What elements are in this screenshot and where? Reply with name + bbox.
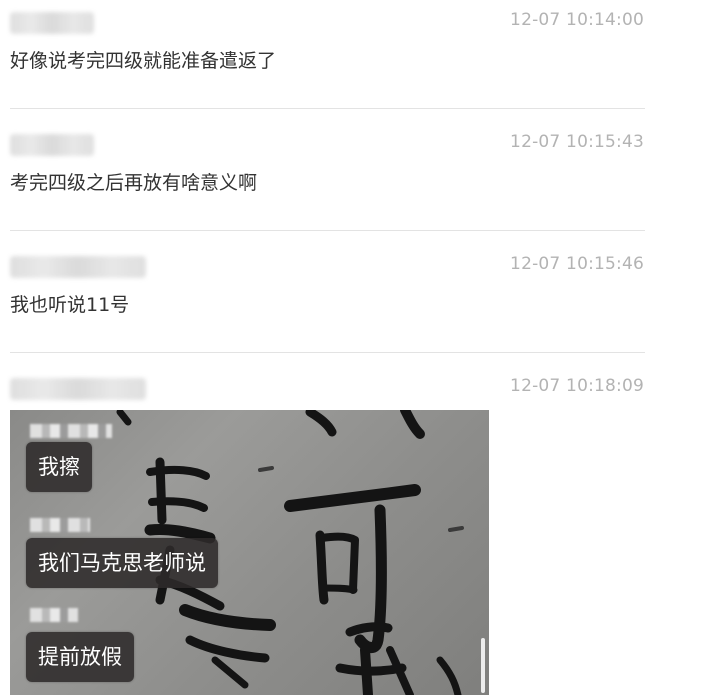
- divider: [10, 108, 645, 109]
- divider: [10, 352, 645, 353]
- sender-name-blurred: [10, 378, 146, 400]
- divider: [10, 230, 645, 231]
- comment-item: 12-07 10:14:00 好像说考完四级就能准备遣返了: [0, 0, 704, 110]
- comment-image[interactable]: 我擦 我们马克思老师说 提前放假: [10, 410, 489, 695]
- sender-name-blurred: [10, 256, 146, 278]
- comment-item: 12-07 10:18:09: [0, 366, 704, 406]
- comment-time: 12-07 10:18:09: [510, 376, 644, 396]
- sender-name-blurred: [10, 12, 94, 34]
- comment-item: 12-07 10:15:43 考完四级之后再放有啥意义啊: [0, 122, 704, 232]
- sender-name-blurred: [10, 134, 94, 156]
- comment-time: 12-07 10:15:43: [510, 132, 644, 152]
- comment-time: 12-07 10:14:00: [510, 10, 644, 30]
- image-scrollbar[interactable]: [481, 638, 485, 693]
- blurred-avatar: [30, 518, 90, 532]
- blurred-avatar: [30, 608, 78, 622]
- chat-bubble: 我们马克思老师说: [26, 538, 218, 588]
- blurred-avatar: [30, 424, 112, 438]
- chat-bubble: 提前放假: [26, 632, 134, 682]
- chat-bubble: 我擦: [26, 442, 92, 492]
- comment-text: 我也听说11号: [10, 294, 130, 316]
- comment-text: 考完四级之后再放有啥意义啊: [10, 172, 258, 194]
- comment-feed: 12-07 10:14:00 好像说考完四级就能准备遣返了 12-07 10:1…: [0, 0, 704, 695]
- comment-text: 好像说考完四级就能准备遣返了: [10, 50, 277, 72]
- comment-item: 12-07 10:15:46 我也听说11号: [0, 244, 704, 354]
- comment-time: 12-07 10:15:46: [510, 254, 644, 274]
